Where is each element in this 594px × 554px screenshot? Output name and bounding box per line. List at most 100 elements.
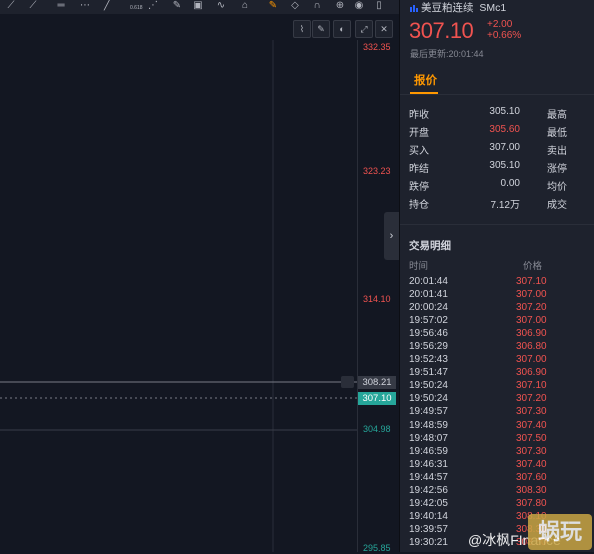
trade-price: 306.90 bbox=[516, 367, 547, 379]
trades-title: 交易明细 bbox=[409, 240, 451, 252]
chart-area[interactable]: ⟋ ⟋ ═ ⋯ ╱ 0.618 ⋰ ✎ ▣ ∿ ⌂ ✎ ◇ ∩ ⊕ ◉ ▯ ⌇ … bbox=[0, 0, 400, 553]
quote-label: 最低 bbox=[547, 128, 567, 139]
trade-row: 20:01:41 307.00 bbox=[409, 288, 589, 301]
trade-price: 307.10 bbox=[516, 380, 547, 392]
trade-time: 19:30:21 bbox=[409, 536, 448, 548]
eraser-icon[interactable]: ◇ bbox=[288, 0, 302, 12]
trade-row: 19:50:24 307.20 bbox=[409, 392, 589, 405]
trade-time: 19:42:05 bbox=[409, 497, 448, 509]
collapse-panel-chevron-icon[interactable]: › bbox=[384, 212, 399, 260]
trade-price: 307.50 bbox=[516, 432, 547, 444]
trade-time: 20:00:24 bbox=[409, 302, 448, 314]
note-icon[interactable]: ✎ bbox=[266, 0, 280, 12]
trade-time: 19:40:14 bbox=[409, 510, 448, 522]
trade-time: 19:48:59 bbox=[409, 419, 448, 431]
trade-row: 20:01:44 307.10 bbox=[409, 275, 589, 288]
last-price-tag: 307.10 bbox=[358, 392, 396, 405]
close-icon[interactable]: ✕ bbox=[375, 20, 393, 38]
col-price: 价格 bbox=[523, 261, 543, 272]
lock-icon[interactable]: ⌂ bbox=[238, 0, 252, 12]
horizontal-line-icon[interactable]: ═ bbox=[54, 0, 68, 12]
quote-label: 均价 bbox=[547, 182, 567, 193]
brush-icon[interactable]: ✎ bbox=[170, 0, 184, 12]
trade-row: 19:50:24 307.10 bbox=[409, 379, 589, 392]
trade-price: 307.30 bbox=[516, 406, 547, 418]
trade-price: 307.00 bbox=[516, 354, 547, 366]
visibility-toggle-icon[interactable]: ◐ bbox=[333, 20, 351, 38]
line-tool-icon[interactable]: ⟋ bbox=[4, 0, 18, 12]
quote-value: 305.10 bbox=[489, 160, 520, 171]
visibility-icon[interactable]: ◉ bbox=[352, 0, 366, 12]
quote-value: 305.60 bbox=[489, 124, 520, 135]
trash-icon[interactable]: ▯ bbox=[372, 0, 386, 12]
trade-price: 307.00 bbox=[516, 315, 547, 327]
trade-row: 19:51:47 306.90 bbox=[409, 366, 589, 379]
indicator-icon[interactable]: ⌇ bbox=[293, 20, 311, 38]
trade-price: 307.20 bbox=[516, 302, 547, 314]
trade-time: 19:50:24 bbox=[409, 380, 448, 392]
quote-value: 0.00 bbox=[500, 178, 520, 189]
symbol-header[interactable]: 美豆粕连续 SMc1 bbox=[410, 0, 506, 14]
trade-time: 20:01:44 bbox=[409, 276, 448, 287]
quote-value: 305.10 bbox=[489, 106, 520, 117]
quote-label: 开盘 bbox=[409, 128, 429, 139]
pitchfork-icon[interactable]: ⋯ bbox=[78, 0, 92, 12]
price-label: 304.98 bbox=[363, 424, 391, 434]
price-label: 314.10 bbox=[363, 294, 391, 304]
trade-time: 19:57:02 bbox=[409, 315, 448, 327]
trade-time: 19:48:07 bbox=[409, 432, 448, 444]
zoom-icon[interactable]: ⊕ bbox=[333, 0, 347, 12]
price-plot[interactable] bbox=[0, 40, 357, 552]
trade-price: 307.10 bbox=[516, 276, 547, 287]
alert-bell-icon[interactable] bbox=[341, 376, 354, 388]
trade-price: 306.80 bbox=[516, 341, 547, 353]
trade-time: 19:56:29 bbox=[409, 341, 448, 353]
trade-row: 19:52:43 307.00 bbox=[409, 353, 589, 366]
price-axis[interactable]: 332.35 323.23 314.10 304.98 295.85 bbox=[357, 40, 400, 553]
trade-row: 19:42:05 307.80 bbox=[409, 497, 589, 510]
trade-row: 19:56:29 306.80 bbox=[409, 340, 589, 353]
image-icon[interactable]: ▣ bbox=[191, 0, 205, 12]
trade-price: 307.20 bbox=[516, 393, 547, 405]
pattern-icon[interactable]: ∿ bbox=[214, 0, 228, 12]
quote-label: 涨停 bbox=[547, 164, 567, 175]
trade-time: 19:56:46 bbox=[409, 328, 448, 340]
trade-row: 19:46:31 307.40 bbox=[409, 458, 589, 471]
trade-time: 19:50:24 bbox=[409, 393, 448, 405]
last-updated: 最后更新:20:01:44 bbox=[410, 49, 484, 59]
tab-quote[interactable]: 报价 bbox=[414, 72, 437, 88]
quote-label: 持仓 bbox=[409, 200, 429, 211]
quote-label: 买入 bbox=[409, 146, 429, 157]
plot-grid bbox=[0, 40, 357, 552]
trade-price: 307.00 bbox=[516, 289, 547, 301]
trade-row: 19:42:56 308.30 bbox=[409, 484, 589, 497]
magnet-icon[interactable]: ∩ bbox=[310, 0, 324, 12]
trades-list[interactable]: 20:01:44 307.10 20:01:41 307.00 20:00:24 307.… bbox=[409, 275, 589, 549]
fib-icon[interactable]: 0.618 bbox=[122, 0, 143, 12]
trade-time: 19:46:59 bbox=[409, 445, 448, 457]
trade-row: 20:00:24 307.20 bbox=[409, 301, 589, 314]
trade-time: 19:49:57 bbox=[409, 406, 448, 418]
trade-price: 307.30 bbox=[516, 445, 547, 457]
draw-settings-icon[interactable]: ✎ bbox=[312, 20, 330, 38]
quote-value: 7.12万 bbox=[490, 200, 520, 211]
price-label: 332.35 bbox=[363, 42, 391, 52]
divider bbox=[400, 224, 594, 225]
trade-row: 19:56:46 306.90 bbox=[409, 327, 589, 340]
trade-row: 19:57:02 307.00 bbox=[409, 314, 589, 327]
pen-tool-icon[interactable]: ╱ bbox=[100, 0, 114, 12]
trade-price: 307.60 bbox=[516, 471, 547, 483]
gann-icon[interactable]: ⋰ bbox=[146, 0, 160, 12]
watermark-logo: 蜗玩 bbox=[528, 514, 592, 550]
trade-time: 20:01:41 bbox=[409, 289, 448, 301]
trade-row: 19:46:59 307.30 bbox=[409, 445, 589, 458]
price-label: 323.23 bbox=[363, 166, 391, 176]
trade-time: 19:39:57 bbox=[409, 523, 448, 535]
expand-icon[interactable]: ⤢ bbox=[355, 20, 373, 38]
trade-row: 19:48:59 307.40 bbox=[409, 419, 589, 432]
ray-tool-icon[interactable]: ⟋ bbox=[26, 0, 40, 12]
quote-panel: 美豆粕连续 SMc1 307.10 +2.00 +0.66% 最后更新:20:0… bbox=[399, 0, 594, 552]
quote-label: 最高 bbox=[547, 110, 567, 121]
trade-price: 308.30 bbox=[516, 484, 547, 496]
trade-price: 307.80 bbox=[516, 497, 547, 509]
